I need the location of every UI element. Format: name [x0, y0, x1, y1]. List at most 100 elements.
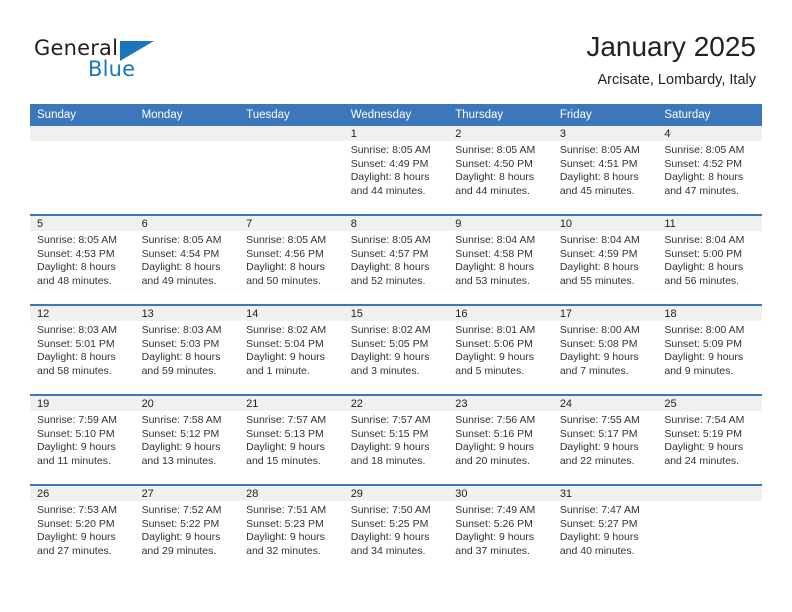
calendar-day-cell[interactable]: 23 Sunrise: 7:56 AM Sunset: 5:16 PM Dayligh… [448, 394, 553, 485]
calendar-day-cell[interactable]: 11 Sunrise: 8:04 AM Sunset: 5:00 PM Dayligh… [657, 214, 762, 305]
day-cell-inner: 1 Sunrise: 8:05 AM Sunset: 4:49 PM Daylight… [343, 126, 449, 214]
calendar-day-cell[interactable]: 28 Sunrise: 7:51 AM Sunset: 5:23 PM Dayligh… [239, 484, 344, 574]
day-number: 10 [552, 216, 658, 231]
calendar-day-cell[interactable]: 19 Sunrise: 7:59 AM Sunset: 5:10 PM Dayligh… [30, 394, 135, 485]
daylight-duration-line2: and 5 minutes. [455, 364, 525, 377]
weekday-header-monday: Monday [134, 104, 240, 126]
daylight-duration-line2: and 34 minutes. [350, 544, 426, 557]
calendar-day-cell[interactable]: 18 Sunrise: 8:00 AM Sunset: 5:09 PM Dayligh… [657, 304, 762, 395]
generalblue-logo[interactable]: General Blue [34, 36, 174, 88]
day-cell-details [30, 141, 135, 144]
daylight-duration-line2: and 22 minutes. [559, 454, 635, 467]
calendar-day-cell[interactable]: 8 Sunrise: 8:05 AM Sunset: 4:57 PM Daylight… [343, 214, 449, 305]
daylight-duration-line1: Daylight: 8 hours [141, 351, 221, 364]
day-number: 13 [134, 306, 240, 321]
sunrise-time: Sunrise: 7:54 AM [664, 414, 745, 426]
day-cell-inner: 8 Sunrise: 8:05 AM Sunset: 4:57 PM Daylight… [343, 216, 449, 304]
sunrise-time: Sunrise: 8:02 AM [246, 324, 327, 336]
sunset-time: Sunset: 5:17 PM [559, 427, 638, 440]
calendar-day-cell[interactable]: 16 Sunrise: 8:01 AM Sunset: 5:06 PM Dayligh… [448, 304, 553, 395]
day-number: 7 [239, 216, 344, 231]
sunset-time: Sunset: 4:58 PM [455, 247, 533, 260]
calendar-day-cell[interactable]: 26 Sunrise: 7:53 AM Sunset: 5:20 PM Dayligh… [30, 484, 135, 574]
sunrise-time: Sunrise: 8:04 AM [664, 234, 745, 246]
sunset-time: Sunset: 5:08 PM [559, 337, 638, 350]
calendar-day-cell-empty [134, 126, 240, 215]
calendar-day-cell[interactable]: 12 Sunrise: 8:03 AM Sunset: 5:01 PM Dayligh… [30, 304, 135, 395]
daylight-duration-line1: Daylight: 9 hours [141, 441, 221, 454]
sunrise-time: Sunrise: 8:01 AM [455, 324, 536, 336]
daylight-duration-line1: Daylight: 9 hours [246, 531, 325, 544]
day-cell-details: Sunrise: 8:04 AM Sunset: 4:59 PM Daylight:… [553, 231, 658, 288]
sunrise-time: Sunrise: 7:47 AM [559, 504, 640, 516]
day-cell-details: Sunrise: 7:49 AM Sunset: 5:26 PM Daylight:… [448, 501, 553, 558]
calendar-day-cell[interactable]: 13 Sunrise: 8:03 AM Sunset: 5:03 PM Dayligh… [134, 304, 240, 395]
day-number [30, 126, 135, 141]
calendar-day-cell[interactable]: 5 Sunrise: 8:05 AM Sunset: 4:53 PM Daylight… [30, 214, 135, 305]
calendar-day-cell[interactable]: 25 Sunrise: 7:54 AM Sunset: 5:19 PM Dayligh… [657, 394, 762, 485]
calendar-day-cell[interactable]: 10 Sunrise: 8:04 AM Sunset: 4:59 PM Dayligh… [552, 214, 658, 305]
daylight-duration-line2: and 53 minutes. [455, 274, 530, 287]
calendar-day-cell-empty [657, 484, 762, 574]
daylight-duration-line1: Daylight: 9 hours [664, 351, 744, 364]
calendar-week-row: 26 Sunrise: 7:53 AM Sunset: 5:20 PM Dayligh… [30, 484, 762, 574]
calendar-day-cell[interactable]: 22 Sunrise: 7:57 AM Sunset: 5:15 PM Dayligh… [343, 394, 449, 485]
day-cell-details: Sunrise: 8:03 AM Sunset: 5:03 PM Daylight:… [135, 321, 240, 378]
day-number: 14 [239, 306, 344, 321]
calendar-day-cell[interactable]: 27 Sunrise: 7:52 AM Sunset: 5:22 PM Dayligh… [134, 484, 240, 574]
calendar-day-cell[interactable]: 3 Sunrise: 8:05 AM Sunset: 4:51 PM Daylight… [552, 126, 658, 215]
day-number: 25 [657, 396, 762, 411]
calendar-day-cell[interactable]: 14 Sunrise: 8:02 AM Sunset: 5:04 PM Dayligh… [239, 304, 344, 395]
day-cell-inner: 24 Sunrise: 7:55 AM Sunset: 5:17 PM Dayligh… [552, 396, 658, 484]
daylight-duration-line1: Daylight: 9 hours [664, 441, 744, 454]
sunset-time: Sunset: 5:06 PM [455, 337, 533, 350]
day-cell-details: Sunrise: 7:54 AM Sunset: 5:19 PM Daylight:… [657, 411, 762, 468]
daylight-duration-line1: Daylight: 8 hours [664, 261, 744, 274]
sunrise-time: Sunrise: 8:05 AM [455, 144, 536, 156]
day-number: 12 [30, 306, 135, 321]
calendar-day-cell[interactable]: 1 Sunrise: 8:05 AM Sunset: 4:49 PM Daylight… [343, 126, 449, 215]
sunset-time: Sunset: 4:49 PM [350, 157, 429, 170]
day-cell-details: Sunrise: 8:05 AM Sunset: 4:56 PM Daylight:… [239, 231, 344, 288]
day-cell-details: Sunrise: 7:59 AM Sunset: 5:10 PM Daylight:… [30, 411, 135, 468]
calendar-day-cell[interactable]: 24 Sunrise: 7:55 AM Sunset: 5:17 PM Dayligh… [552, 394, 658, 485]
day-cell-inner: 9 Sunrise: 8:04 AM Sunset: 4:58 PM Daylight… [448, 216, 553, 304]
sunrise-time: Sunrise: 7:58 AM [141, 414, 222, 426]
calendar-day-cell[interactable]: 29 Sunrise: 7:50 AM Sunset: 5:25 PM Dayligh… [343, 484, 449, 574]
calendar-day-cell[interactable]: 21 Sunrise: 7:57 AM Sunset: 5:13 PM Dayligh… [239, 394, 344, 485]
calendar-day-cell[interactable]: 15 Sunrise: 8:02 AM Sunset: 5:05 PM Dayligh… [343, 304, 449, 395]
calendar-day-cell[interactable]: 7 Sunrise: 8:05 AM Sunset: 4:56 PM Daylight… [239, 214, 344, 305]
day-number: 30 [448, 486, 553, 501]
daylight-duration-line2: and 58 minutes. [37, 364, 112, 377]
day-cell-inner: 15 Sunrise: 8:02 AM Sunset: 5:05 PM Dayligh… [343, 306, 449, 394]
calendar-day-cell[interactable]: 31 Sunrise: 7:47 AM Sunset: 5:27 PM Dayligh… [552, 484, 658, 574]
day-cell-inner: 23 Sunrise: 7:56 AM Sunset: 5:16 PM Dayligh… [448, 396, 553, 484]
sunrise-time: Sunrise: 8:00 AM [559, 324, 640, 336]
day-number: 8 [343, 216, 449, 231]
calendar-day-cell[interactable]: 9 Sunrise: 8:04 AM Sunset: 4:58 PM Daylight… [448, 214, 553, 305]
calendar-day-cell[interactable]: 30 Sunrise: 7:49 AM Sunset: 5:26 PM Dayligh… [448, 484, 553, 574]
day-cell-inner [30, 126, 135, 214]
sunrise-time: Sunrise: 8:03 AM [141, 324, 222, 336]
calendar-day-cell[interactable]: 2 Sunrise: 8:05 AM Sunset: 4:50 PM Daylight… [448, 126, 553, 215]
daylight-duration-line1: Daylight: 8 hours [246, 261, 325, 274]
calendar-day-cell[interactable]: 6 Sunrise: 8:05 AM Sunset: 4:54 PM Daylight… [134, 214, 240, 305]
calendar-day-cell[interactable]: 17 Sunrise: 8:00 AM Sunset: 5:08 PM Dayligh… [552, 304, 658, 395]
day-cell-details [135, 141, 240, 144]
sunrise-time: Sunrise: 8:05 AM [350, 144, 431, 156]
day-cell-inner: 20 Sunrise: 7:58 AM Sunset: 5:12 PM Dayligh… [134, 396, 240, 484]
day-cell-inner: 7 Sunrise: 8:05 AM Sunset: 4:56 PM Daylight… [239, 216, 344, 304]
sunset-time: Sunset: 5:13 PM [246, 427, 324, 440]
calendar-header-row: Sunday Monday Tuesday Wednesday Thursday… [30, 104, 762, 126]
calendar-day-cell[interactable]: 4 Sunrise: 8:05 AM Sunset: 4:52 PM Daylight… [657, 126, 762, 215]
daylight-duration-line2: and 1 minute. [246, 364, 310, 377]
day-number [239, 126, 344, 141]
sunset-time: Sunset: 5:09 PM [664, 337, 743, 350]
day-cell-details: Sunrise: 8:00 AM Sunset: 5:09 PM Daylight:… [657, 321, 762, 378]
daylight-duration-line1: Daylight: 9 hours [246, 441, 325, 454]
day-cell-details: Sunrise: 7:53 AM Sunset: 5:20 PM Daylight:… [30, 501, 135, 558]
day-cell-details: Sunrise: 8:05 AM Sunset: 4:57 PM Daylight:… [344, 231, 449, 288]
day-cell-details: Sunrise: 7:51 AM Sunset: 5:23 PM Daylight:… [239, 501, 344, 558]
sunrise-time: Sunrise: 7:49 AM [455, 504, 536, 516]
calendar-day-cell[interactable]: 20 Sunrise: 7:58 AM Sunset: 5:12 PM Dayligh… [134, 394, 240, 485]
